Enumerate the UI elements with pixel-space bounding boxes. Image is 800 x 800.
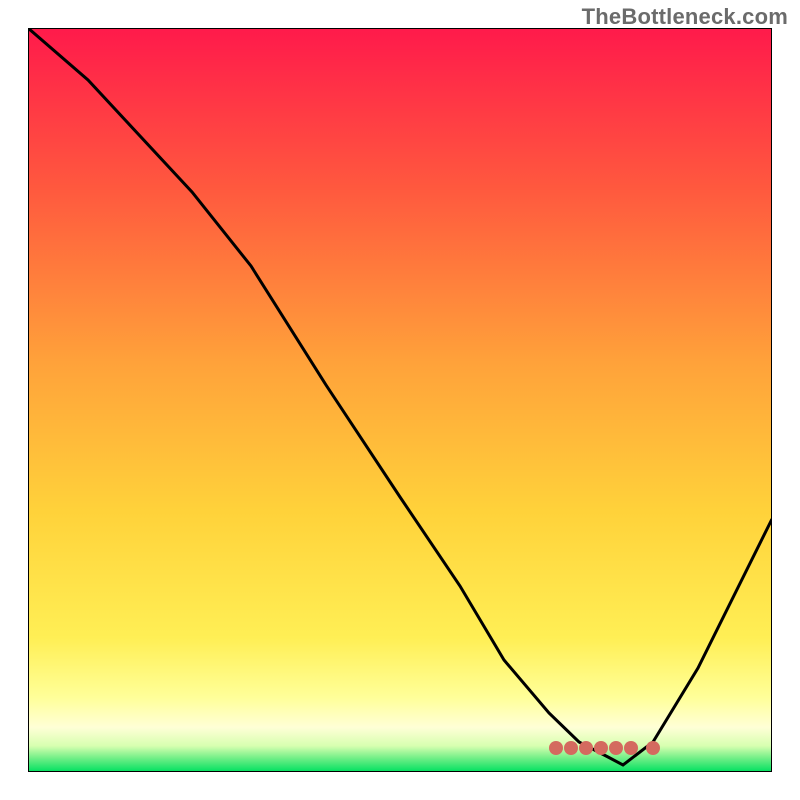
chart-stage: TheBottleneck.com bbox=[0, 0, 800, 800]
plot-area bbox=[28, 28, 772, 772]
watermark-text: TheBottleneck.com bbox=[582, 4, 788, 30]
plot-svg bbox=[28, 28, 772, 772]
gradient-background bbox=[28, 28, 772, 772]
